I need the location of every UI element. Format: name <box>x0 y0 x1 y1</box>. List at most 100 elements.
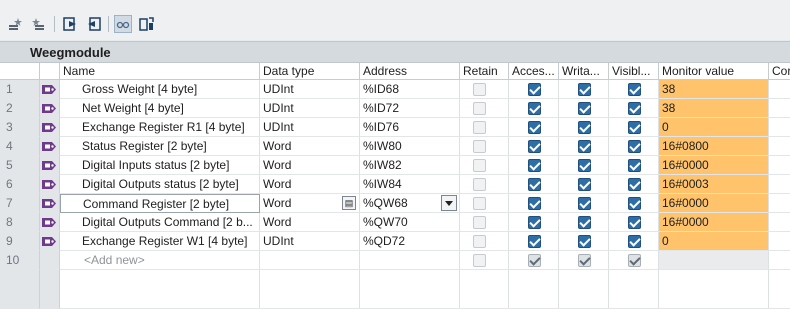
comment-cell[interactable] <box>769 137 790 156</box>
tag-name-cell[interactable]: Digital Inputs status [2 byte] <box>60 156 260 175</box>
writable-checkbox[interactable] <box>578 216 591 229</box>
header-retain[interactable]: Retain <box>460 63 509 80</box>
visible-checkbox[interactable] <box>628 121 641 134</box>
retain-checkbox[interactable] <box>473 83 486 96</box>
table-row[interactable]: 4 Status Register [2 byte] Word %IW80 16#080… <box>0 137 790 156</box>
writable-checkbox[interactable] <box>578 178 591 191</box>
header-monitor-value[interactable]: Monitor value <box>659 63 769 80</box>
table-row[interactable]: 9 Exchange Register W1 [4 byte] UDInt %QD72… <box>0 232 790 251</box>
datatype-cell[interactable]: Word <box>260 175 360 194</box>
access-checkbox[interactable] <box>528 235 541 248</box>
table-row[interactable]: 7 Command Register [2 byte] Word ▤ %QW68 16#0… <box>0 194 790 213</box>
comment-cell[interactable] <box>769 118 790 137</box>
star-right-icon[interactable] <box>29 15 47 33</box>
header-access[interactable]: Acces... <box>509 63 559 80</box>
header-address[interactable]: Address <box>360 63 460 80</box>
chevron-down-icon[interactable] <box>441 195 457 211</box>
table-row[interactable]: 5 Digital Inputs status [2 byte] Word %IW82… <box>0 156 790 175</box>
access-checkbox[interactable] <box>528 216 541 229</box>
address-cell[interactable]: %QD72 <box>360 232 460 251</box>
header-writable[interactable]: Writa... <box>559 63 609 80</box>
writable-checkbox[interactable] <box>578 197 591 210</box>
tag-name-cell[interactable]: Exchange Register W1 [4 byte] <box>60 232 260 251</box>
table-row[interactable]: 6 Digital Outputs status [2 byte] Word %IW8… <box>0 175 790 194</box>
tag-name-cell[interactable]: Command Register [2 byte] <box>60 194 260 213</box>
address-cell[interactable]: %IW84 <box>360 175 460 194</box>
visible-checkbox[interactable] <box>628 83 641 96</box>
comment-cell[interactable] <box>769 232 790 251</box>
table-row[interactable]: 3 Exchange Register R1 [4 byte] UDInt %ID76… <box>0 118 790 137</box>
tag-name-cell[interactable]: Digital Outputs status [2 byte] <box>60 175 260 194</box>
retain-checkbox[interactable] <box>473 235 486 248</box>
retain-checkbox[interactable] <box>473 216 486 229</box>
access-checkbox[interactable] <box>528 178 541 191</box>
tag-name-cell[interactable]: Net Weight [4 byte] <box>60 99 260 118</box>
add-new-row[interactable]: 10 <Add new> <box>0 251 790 270</box>
header-comment[interactable]: Cor <box>769 63 790 80</box>
datatype-cell[interactable]: UDInt <box>260 118 360 137</box>
visible-checkbox[interactable] <box>628 102 641 115</box>
visible-checkbox[interactable] <box>628 216 641 229</box>
datatype-cell[interactable]: Word <box>260 156 360 175</box>
comment-cell[interactable] <box>769 213 790 232</box>
datatype-list-icon[interactable]: ▤ <box>342 196 356 210</box>
add-new-label[interactable]: <Add new> <box>60 251 260 270</box>
datatype-cell[interactable]: Word <box>260 213 360 232</box>
datatype-cell[interactable]: UDInt <box>260 232 360 251</box>
retain-checkbox[interactable] <box>473 121 486 134</box>
visible-checkbox[interactable] <box>628 178 641 191</box>
table-row[interactable]: 8 Digital Outputs Command [2 b... Word %QW7… <box>0 213 790 232</box>
writable-checkbox[interactable] <box>578 102 591 115</box>
datatype-cell[interactable]: Word <box>260 137 360 156</box>
header-datatype[interactable]: Data type <box>260 63 360 80</box>
header-visible[interactable]: Visibl... <box>609 63 659 80</box>
comment-cell[interactable] <box>769 156 790 175</box>
retain-checkbox[interactable] <box>473 102 486 115</box>
insert-row-icon[interactable] <box>62 15 80 33</box>
datatype-cell[interactable]: UDInt <box>260 80 360 99</box>
retain-checkbox[interactable] <box>473 178 486 191</box>
address-cell[interactable]: %QW70 <box>360 213 460 232</box>
star-left-icon[interactable] <box>6 15 24 33</box>
access-checkbox[interactable] <box>528 197 541 210</box>
writable-checkbox[interactable] <box>578 235 591 248</box>
comment-cell[interactable] <box>769 175 790 194</box>
retain-checkbox[interactable] <box>473 140 486 153</box>
writable-checkbox[interactable] <box>578 159 591 172</box>
monitor-glasses-icon[interactable] <box>114 15 132 33</box>
datatype-cell[interactable]: Word ▤ <box>260 194 360 213</box>
access-checkbox[interactable] <box>528 140 541 153</box>
table-row[interactable]: 2 Net Weight [4 byte] UDInt %ID72 38 <box>0 99 790 118</box>
comment-cell[interactable] <box>769 80 790 99</box>
visible-checkbox[interactable] <box>628 197 641 210</box>
comment-cell[interactable] <box>769 99 790 118</box>
address-cell[interactable]: %IW82 <box>360 156 460 175</box>
writable-checkbox[interactable] <box>578 140 591 153</box>
visible-checkbox[interactable] <box>628 235 641 248</box>
retain-checkbox[interactable] <box>473 197 486 210</box>
comment-cell[interactable] <box>769 194 790 213</box>
header-name[interactable]: Name <box>60 63 260 80</box>
writable-checkbox[interactable] <box>578 83 591 96</box>
visible-checkbox[interactable] <box>628 140 641 153</box>
tag-name-cell[interactable]: Digital Outputs Command [2 b... <box>60 213 260 232</box>
address-cell[interactable]: %IW80 <box>360 137 460 156</box>
access-checkbox[interactable] <box>528 83 541 96</box>
address-cell[interactable]: %QW68 <box>360 194 460 213</box>
modify-value-icon[interactable] <box>138 15 156 33</box>
tag-name-cell[interactable]: Exchange Register R1 [4 byte] <box>60 118 260 137</box>
access-checkbox[interactable] <box>528 159 541 172</box>
writable-checkbox[interactable] <box>578 121 591 134</box>
datatype-cell[interactable]: UDInt <box>260 99 360 118</box>
address-cell[interactable]: %ID72 <box>360 99 460 118</box>
retain-checkbox[interactable] <box>473 159 486 172</box>
address-cell[interactable]: %ID68 <box>360 80 460 99</box>
tag-name-cell[interactable]: Status Register [2 byte] <box>60 137 260 156</box>
table-row[interactable]: 1 Gross Weight [4 byte] UDInt %ID68 38 <box>0 80 790 99</box>
tag-name-cell[interactable]: Gross Weight [4 byte] <box>60 80 260 99</box>
access-checkbox[interactable] <box>528 102 541 115</box>
add-row-icon[interactable] <box>84 15 102 33</box>
address-cell[interactable]: %ID76 <box>360 118 460 137</box>
access-checkbox[interactable] <box>528 121 541 134</box>
visible-checkbox[interactable] <box>628 159 641 172</box>
